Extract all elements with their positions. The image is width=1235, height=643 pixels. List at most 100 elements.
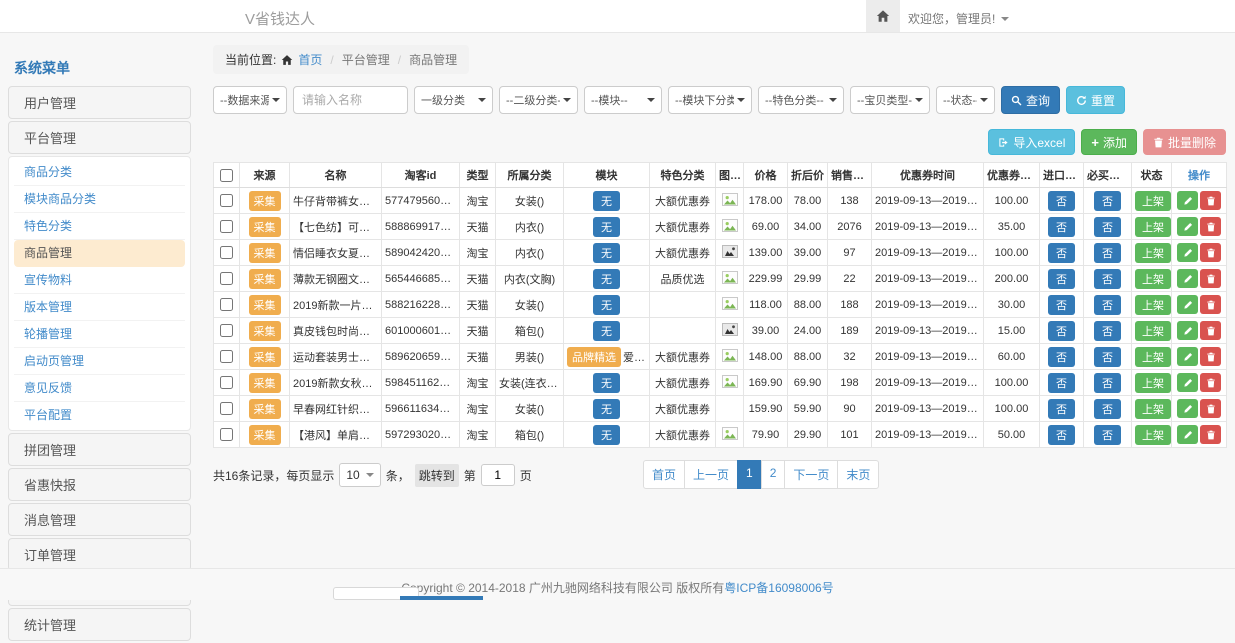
delete-button[interactable]: [1200, 399, 1221, 418]
must-buy-toggle[interactable]: 否: [1094, 373, 1121, 393]
select-all-checkbox[interactable]: [220, 169, 233, 182]
delete-button[interactable]: [1200, 191, 1221, 210]
must-buy-toggle[interactable]: 否: [1094, 191, 1121, 211]
edit-button[interactable]: [1177, 217, 1198, 236]
imported-toggle[interactable]: 否: [1048, 373, 1075, 393]
row-checkbox[interactable]: [220, 220, 233, 233]
edit-button[interactable]: [1177, 399, 1198, 418]
icp-link[interactable]: 粤ICP备16098006号: [724, 581, 833, 595]
sidebar-section[interactable]: 省惠快报: [8, 468, 191, 501]
module-none-badge[interactable]: 无: [593, 243, 620, 263]
module-none-badge[interactable]: 无: [593, 425, 620, 445]
sidebar-link[interactable]: 版本管理: [14, 294, 185, 321]
filter-select[interactable]: --数据来源--: [213, 86, 287, 114]
delete-button[interactable]: [1200, 217, 1221, 236]
sidebar-link[interactable]: 平台配置: [14, 402, 185, 428]
add-button[interactable]: + 添加: [1081, 129, 1137, 155]
sidebar-link[interactable]: 启动页管理: [14, 348, 185, 375]
imported-toggle[interactable]: 否: [1048, 295, 1075, 315]
breadcrumb-home-link[interactable]: 首页: [298, 51, 322, 68]
home-button[interactable]: [866, 0, 900, 32]
edit-button[interactable]: [1177, 347, 1198, 366]
batch-delete-button[interactable]: 批量删除: [1143, 129, 1226, 155]
imported-toggle[interactable]: 否: [1048, 425, 1075, 445]
row-checkbox[interactable]: [220, 324, 233, 337]
page-button[interactable]: 2: [761, 460, 786, 489]
must-buy-toggle[interactable]: 否: [1094, 295, 1121, 315]
row-checkbox[interactable]: [220, 376, 233, 389]
imported-toggle[interactable]: 否: [1048, 347, 1075, 367]
edit-button[interactable]: [1177, 321, 1198, 340]
sidebar-link[interactable]: 宣传物料: [14, 267, 185, 294]
page-number-input[interactable]: [481, 464, 515, 486]
edit-button[interactable]: [1177, 243, 1198, 262]
filter-select[interactable]: 一级分类: [414, 86, 493, 114]
user-menu[interactable]: 欢迎您，管理员!: [908, 10, 1009, 27]
module-none-badge[interactable]: 无: [593, 399, 620, 419]
reset-button[interactable]: 重置: [1066, 86, 1125, 114]
status-badge[interactable]: 上架: [1135, 217, 1171, 237]
status-badge[interactable]: 上架: [1135, 399, 1171, 419]
must-buy-toggle[interactable]: 否: [1094, 347, 1121, 367]
filter-select[interactable]: --特色分类--: [758, 86, 844, 114]
status-badge[interactable]: 上架: [1135, 191, 1171, 211]
page-button[interactable]: 下一页: [784, 460, 838, 489]
delete-button[interactable]: [1200, 347, 1221, 366]
filter-select[interactable]: --二级分类--: [499, 86, 578, 114]
module-none-badge[interactable]: 无: [593, 269, 620, 289]
imported-toggle[interactable]: 否: [1048, 217, 1075, 237]
must-buy-toggle[interactable]: 否: [1094, 321, 1121, 341]
sidebar-link[interactable]: 意见反馈: [14, 375, 185, 402]
must-buy-toggle[interactable]: 否: [1094, 243, 1121, 263]
row-checkbox[interactable]: [220, 428, 233, 441]
status-badge[interactable]: 上架: [1135, 321, 1171, 341]
delete-button[interactable]: [1200, 425, 1221, 444]
must-buy-toggle[interactable]: 否: [1094, 425, 1121, 445]
status-badge[interactable]: 上架: [1135, 243, 1171, 263]
status-badge[interactable]: 上架: [1135, 269, 1171, 289]
row-checkbox[interactable]: [220, 246, 233, 259]
imported-toggle[interactable]: 否: [1048, 243, 1075, 263]
sidebar-section[interactable]: 平台管理: [8, 121, 191, 154]
sidebar-section[interactable]: 统计管理: [8, 608, 191, 641]
sidebar-section[interactable]: 消息管理: [8, 503, 191, 536]
edit-button[interactable]: [1177, 191, 1198, 210]
row-checkbox[interactable]: [220, 298, 233, 311]
sidebar-link[interactable]: 轮播管理: [14, 321, 185, 348]
imported-toggle[interactable]: 否: [1048, 399, 1075, 419]
sidebar-section[interactable]: 拼团管理: [8, 433, 191, 466]
module-none-badge[interactable]: 无: [593, 295, 620, 315]
sidebar-section[interactable]: 用户管理: [8, 86, 191, 119]
delete-button[interactable]: [1200, 269, 1221, 288]
sidebar-link[interactable]: 商品分类: [14, 159, 185, 186]
module-none-badge[interactable]: 无: [593, 373, 620, 393]
imported-toggle[interactable]: 否: [1048, 191, 1075, 211]
module-none-badge[interactable]: 无: [593, 321, 620, 341]
status-badge[interactable]: 上架: [1135, 373, 1171, 393]
row-checkbox[interactable]: [220, 194, 233, 207]
sidebar-link[interactable]: 商品管理: [14, 240, 185, 267]
page-button[interactable]: 上一页: [684, 460, 738, 489]
per-page-select[interactable]: 10: [339, 463, 380, 487]
edit-button[interactable]: [1177, 269, 1198, 288]
sidebar-link[interactable]: 模块商品分类: [14, 186, 185, 213]
sidebar-link[interactable]: 特色分类: [14, 213, 185, 240]
must-buy-toggle[interactable]: 否: [1094, 399, 1121, 419]
sidebar-section[interactable]: 订单管理: [8, 538, 191, 571]
jump-to-button[interactable]: 跳转到: [415, 464, 459, 487]
row-checkbox[interactable]: [220, 272, 233, 285]
must-buy-toggle[interactable]: 否: [1094, 217, 1121, 237]
page-button[interactable]: 1: [737, 460, 762, 489]
edit-button[interactable]: [1177, 373, 1198, 392]
page-button[interactable]: 首页: [643, 460, 685, 489]
status-badge[interactable]: 上架: [1135, 295, 1171, 315]
delete-button[interactable]: [1200, 373, 1221, 392]
delete-button[interactable]: [1200, 243, 1221, 262]
filter-select[interactable]: --状态--: [936, 86, 995, 114]
must-buy-toggle[interactable]: 否: [1094, 269, 1121, 289]
status-badge[interactable]: 上架: [1135, 425, 1171, 445]
module-none-badge[interactable]: 无: [593, 191, 620, 211]
page-button[interactable]: 末页: [837, 460, 879, 489]
imported-toggle[interactable]: 否: [1048, 269, 1075, 289]
row-checkbox[interactable]: [220, 350, 233, 363]
